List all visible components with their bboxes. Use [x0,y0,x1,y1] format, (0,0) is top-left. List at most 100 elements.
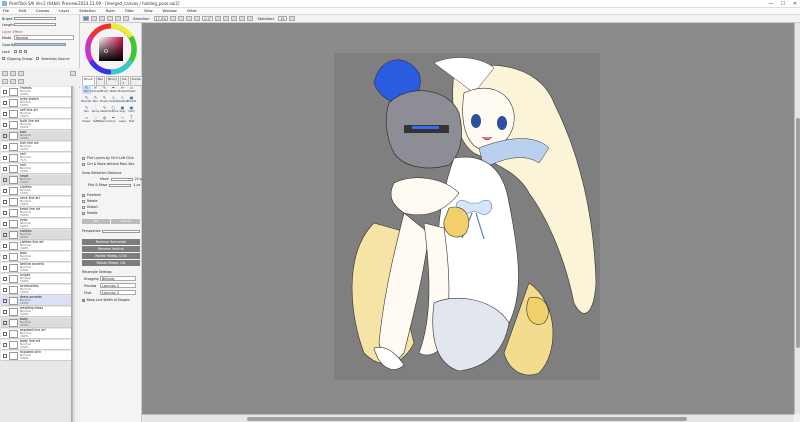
visibility-toggle[interactable] [3,100,7,105]
tool-slot[interactable]: ▭ Eraser [127,85,136,94]
tool-slot[interactable]: ✎ Sketch [100,105,109,114]
bright-slider[interactable] [14,17,56,20]
layer-row[interactable]: bow Normal 100% [1,251,71,262]
visibility-toggle[interactable] [3,122,7,127]
layer-row[interactable]: knight Normal 100% [1,273,71,284]
merge-down-button[interactable] [2,79,8,84]
move-slider[interactable] [110,177,133,181]
layer-row[interactable]: head line art Normal 100% [1,207,71,218]
tool-slot[interactable]: ✎ Blur [91,95,100,104]
mobile-radio[interactable] [82,211,85,215]
layer-folder[interactable]: head Normal 100% [1,174,71,185]
layer-effect-label[interactable]: Layer Effect [2,30,22,34]
lock-transparency-checkbox[interactable] [14,50,17,53]
layer-row[interactable]: bulb line art Normal 100% [1,119,71,130]
layer-row[interactable]: veil Normal 71% [1,152,71,163]
visibility-toggle[interactable] [3,309,7,314]
layer-row[interactable]: dress accents Normal 100% [1,295,71,306]
length-slider[interactable] [14,23,56,26]
stabilizer-field[interactable]: 15 [278,16,287,21]
rotate-right-button[interactable] [223,16,230,21]
menu-edit[interactable]: Edit [19,9,26,13]
layer-row[interactable]: Frames Normal 100% [1,86,71,97]
menu-view[interactable]: View [144,9,153,13]
tool-slot[interactable]: ✎ Blender [81,95,91,104]
tool-slot[interactable]: ✐ Airbrush [90,85,101,94]
menu-selection[interactable]: Selection [79,9,96,13]
maximize-button[interactable]: ☐ [780,0,786,8]
tool-slot[interactable]: ✎ Binary [100,95,109,104]
new-layer-button[interactable] [2,71,8,76]
rotate-radio[interactable] [82,199,85,203]
visibility-toggle[interactable] [3,254,7,259]
layer-row[interactable]: wedding dress Normal 100% [1,306,71,317]
tool-slot[interactable]: ∴ Spray [91,105,100,114]
layer-row[interactable]: exposed skin Normal 100% [1,350,71,361]
visibility-toggle[interactable] [3,155,7,160]
rotate-ccw-button[interactable]: Rotate 90deg. CCW [82,253,140,259]
visibility-toggle[interactable] [3,243,7,248]
menu-filter[interactable]: Filter [125,9,134,13]
keep-width-checkbox[interactable] [82,298,85,302]
delete-layer-button[interactable] [18,79,24,84]
menu-other[interactable]: Other [187,9,197,13]
visibility-toggle[interactable] [3,210,7,215]
tool-slot[interactable]: ✎ Brush [100,85,109,94]
layer-row[interactable]: hair Normal 100% [1,163,71,174]
reverse-horizontal-button[interactable]: Reverse Horizontal [82,239,140,245]
visibility-toggle[interactable] [3,342,7,347]
layer-row[interactable]: body line art Normal 100% [1,339,71,350]
ok-button[interactable]: OK [82,219,110,224]
visibility-toggle[interactable] [3,232,7,237]
layer-row[interactable]: behind accents Normal 100% [1,262,71,273]
deselect-button[interactable] [107,16,113,21]
tool-slot[interactable]: ≈ Smear [82,115,91,124]
visibility-toggle[interactable] [3,331,7,336]
tool-slot[interactable]: ▣ Color [127,105,136,114]
tool-slot[interactable]: ✒ Water [109,85,118,94]
layer-folder[interactable]: clothes Normal 100% [1,229,71,240]
vertical-scrollbar[interactable] [794,23,800,414]
layer-row[interactable]: clothes Normal 100% [1,185,71,196]
visibility-toggle[interactable] [3,177,7,182]
final-select[interactable]: Lanczos 3 [100,290,136,295]
preview-select[interactable]: Lanczos 3 [100,283,136,288]
tool-slot[interactable]: ◍ Watercolor [98,115,112,124]
stabilizer-dropdown[interactable] [288,16,295,21]
pick-layers-checkbox[interactable] [82,156,85,160]
visibility-toggle[interactable] [3,133,7,138]
visibility-toggle[interactable] [3,199,7,204]
layer-row[interactable]: exposed line art Normal 100% [1,328,71,339]
zoom-reset-button[interactable] [186,16,193,21]
pick-move-checkbox[interactable] [82,162,85,166]
menu-ruler[interactable]: Ruler [106,9,115,13]
minimize-button[interactable]: — [768,0,774,8]
reverse-vertical-button[interactable]: Reverse Vertical [82,246,140,252]
layer-row[interactable]: neck line art Normal 100% [1,196,71,207]
new-mask-button[interactable] [18,71,24,76]
visibility-toggle[interactable] [3,111,7,116]
dragging-select[interactable]: Bilinear [100,276,136,281]
menu-layer[interactable]: Layer [59,9,69,13]
selection-source-checkbox[interactable] [36,57,40,60]
show-selection-button[interactable] [123,16,129,21]
menu-file[interactable]: File [3,9,9,13]
flip-button[interactable] [239,16,246,21]
clipping-checkbox[interactable] [2,57,5,60]
visibility-toggle[interactable] [3,320,7,325]
snap-button[interactable] [99,16,105,21]
tool-slot[interactable]: T Text [127,115,136,124]
layer-row[interactable]: eyes sketch Normal 100% [1,97,71,108]
pick-move-dist-slider[interactable] [109,183,132,187]
rotation-field[interactable]: 0.0° [202,16,214,21]
horizontal-scroll-thumb[interactable] [247,417,687,421]
visibility-toggle[interactable] [3,89,7,94]
layer-row[interactable]: self line art Normal 100% [1,108,71,119]
rotate-reset-button[interactable] [231,16,238,21]
invert-selection-button[interactable] [115,16,121,21]
mode-select[interactable]: Normal [14,35,74,40]
layer-folder[interactable]: hair Normal 100% [1,130,71,141]
distort-radio[interactable] [82,205,85,209]
menu-window[interactable]: Window [163,9,177,13]
visibility-toggle[interactable] [3,221,7,226]
